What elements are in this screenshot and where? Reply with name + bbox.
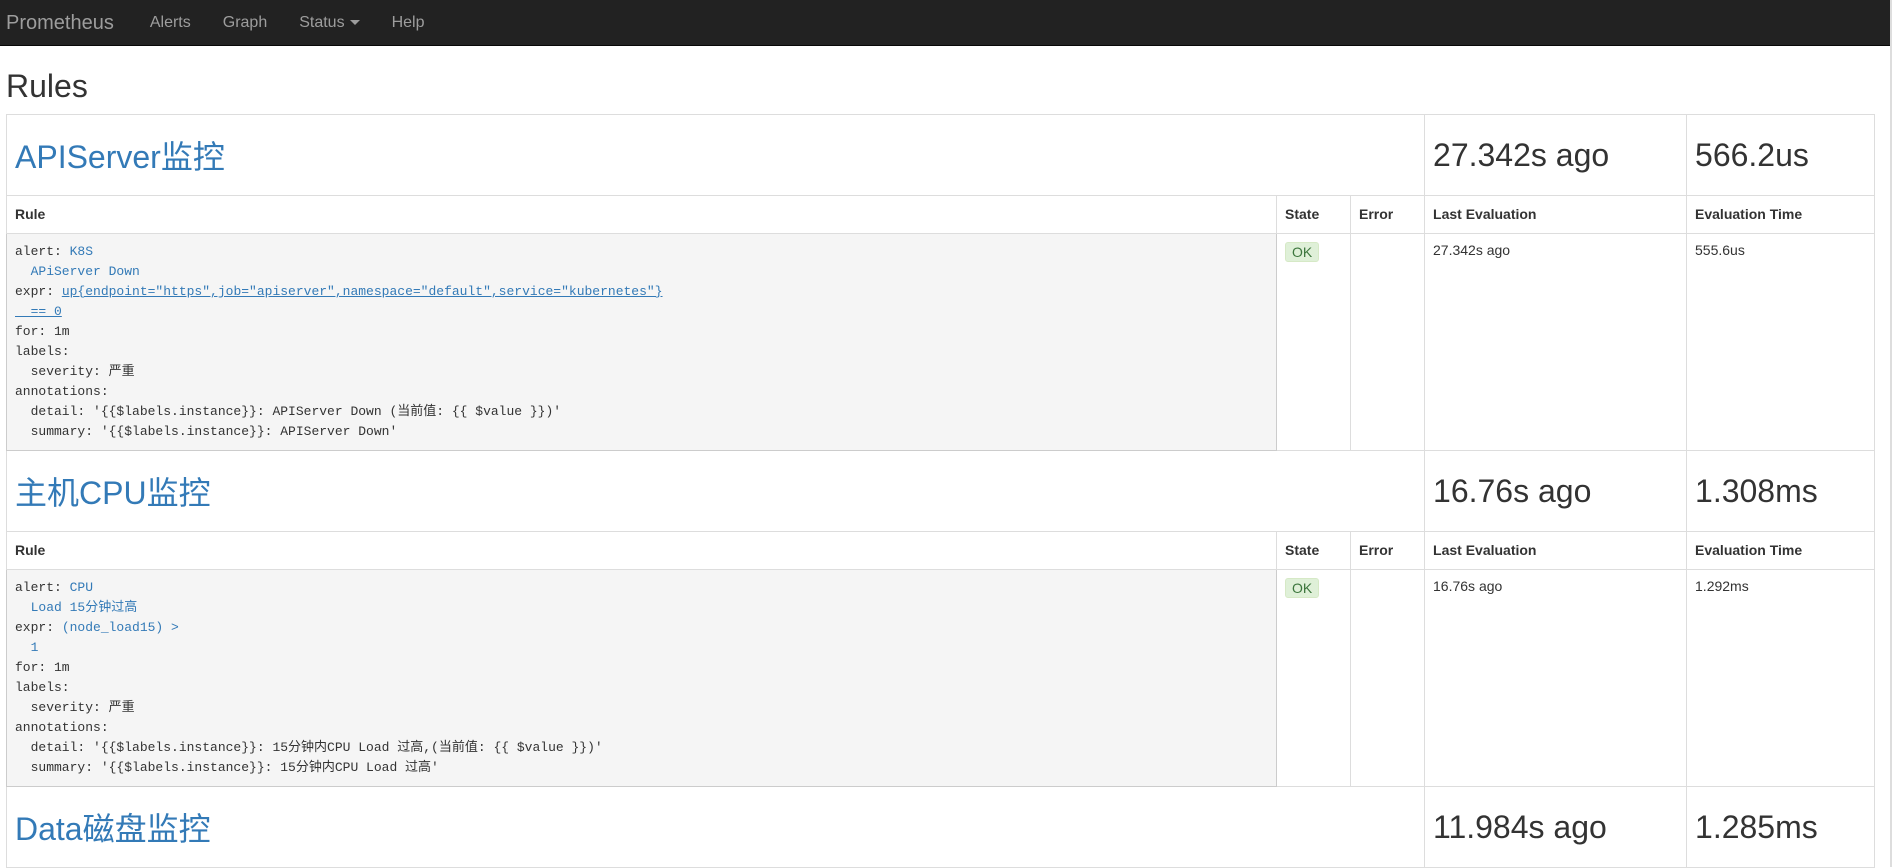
group-evaluation-time: 1.308ms (1686, 450, 1876, 532)
group-name-cell: 主机CPU监控 (5, 450, 1426, 532)
rule-definition-cell: alert: CPU Load 15分钟过高 expr: (node_load1… (6, 569, 1277, 787)
nav-help[interactable]: Help (376, 0, 441, 46)
nav-status-label: Status (299, 13, 345, 31)
column-header-rule: Rule (6, 531, 1277, 570)
state-badge: OK (1285, 578, 1320, 598)
main-container: Rules APIServer监控 27.342s ago 566.2us Ru… (0, 66, 1880, 868)
rule-definition: alert: CPU Load 15分钟过高 expr: (node_load1… (15, 578, 1268, 778)
rule-row: alert: CPU Load 15分钟过高 expr: (node_load1… (6, 569, 1876, 787)
top-navbar: Prometheus Alerts Graph Status Help (0, 0, 1892, 46)
column-header-evaluation-time: Evaluation Time (1686, 195, 1876, 234)
rule-expr-link[interactable]: up{endpoint="https",job="apiserver",name… (62, 284, 663, 299)
page-title: Rules (6, 68, 88, 104)
rule-alert-key: alert: (15, 244, 70, 259)
nav-graph[interactable]: Graph (207, 0, 283, 46)
group-name-link[interactable]: Data磁盘监控 (15, 811, 211, 847)
rule-labels-key: labels: (15, 680, 70, 695)
rule-detail: detail: '{{$labels.instance}}: APIServer… (15, 404, 562, 419)
rule-labels-key: labels: (15, 344, 70, 359)
column-header-last-evaluation: Last Evaluation (1424, 195, 1688, 234)
rule-annotations-key: annotations: (15, 720, 109, 735)
group-name-link[interactable]: 主机CPU监控 (15, 475, 211, 511)
column-header-state: State (1276, 531, 1351, 570)
rules-header-row: Rule State Error Last Evaluation Evaluat… (6, 195, 1876, 234)
rule-alert-name-link-cont[interactable]: Load 15分钟过高 (15, 600, 138, 615)
caret-down-icon (349, 20, 360, 25)
rule-expr-key: expr: (15, 284, 62, 299)
rule-expr-link-cont[interactable]: 1 (15, 640, 39, 655)
column-header-rule: Rule (6, 195, 1277, 234)
group-evaluation-time: 566.2us (1686, 114, 1876, 196)
rule-evaluation-time: 1.292ms (1686, 569, 1876, 787)
group-name-cell: Data磁盘监控 (5, 786, 1426, 868)
rule-row: alert: K8S APiServer Down expr: up{endpo… (6, 233, 1876, 451)
rule-alert-name-link[interactable]: K8S (70, 244, 93, 259)
rule-error-cell (1349, 233, 1426, 451)
rule-definition: alert: K8S APiServer Down expr: up{endpo… (15, 242, 1268, 442)
rule-evaluation-time: 555.6us (1686, 233, 1876, 451)
group-name-cell: APIServer监控 (5, 114, 1426, 196)
group-header-row: Data磁盘监控 11.984s ago 1.285ms (5, 786, 1876, 868)
rule-alert-key: alert: (15, 580, 70, 595)
group-last-evaluation: 16.76s ago (1424, 450, 1688, 532)
rules-table: APIServer监控 27.342s ago 566.2us Rule Sta… (5, 114, 1876, 868)
rule-expr-key: expr: (15, 620, 62, 635)
rule-severity: severity: 严重 (15, 700, 135, 715)
group-header-row: APIServer监控 27.342s ago 566.2us (5, 114, 1876, 196)
rule-summary: summary: '{{$labels.instance}}: APIServe… (15, 424, 398, 439)
rule-alert-name-link[interactable]: CPU (70, 580, 93, 595)
rule-expr-link[interactable]: (node_load15) > (62, 620, 179, 635)
column-header-last-evaluation: Last Evaluation (1424, 531, 1688, 570)
rule-annotations-key: annotations: (15, 384, 109, 399)
group-last-evaluation: 27.342s ago (1424, 114, 1688, 196)
group-evaluation-time: 1.285ms (1686, 786, 1876, 868)
rule-summary: summary: '{{$labels.instance}}: 15分钟内CPU… (15, 760, 439, 775)
rule-state-cell: OK (1276, 569, 1351, 787)
column-header-evaluation-time: Evaluation Time (1686, 531, 1876, 570)
rule-error-cell (1349, 569, 1426, 787)
rule-expr-link-cont[interactable]: == 0 (15, 304, 62, 319)
rule-alert-name-link-cont[interactable]: APiServer Down (15, 264, 140, 279)
rule-severity: severity: 严重 (15, 364, 135, 379)
rule-detail: detail: '{{$labels.instance}}: 15分钟内CPU … (15, 740, 603, 755)
rule-for: for: 1m (15, 660, 70, 675)
column-header-error: Error (1349, 531, 1426, 570)
rule-state-cell: OK (1276, 233, 1351, 451)
rule-last-evaluation: 16.76s ago (1424, 569, 1688, 787)
rules-header-row: Rule State Error Last Evaluation Evaluat… (6, 531, 1876, 570)
group-name-link[interactable]: APIServer监控 (15, 139, 225, 175)
brand-link[interactable]: Prometheus (0, 0, 134, 46)
column-header-error: Error (1349, 195, 1426, 234)
column-header-state: State (1276, 195, 1351, 234)
group-header-row: 主机CPU监控 16.76s ago 1.308ms (5, 450, 1876, 532)
rule-last-evaluation: 27.342s ago (1424, 233, 1688, 451)
group-last-evaluation: 11.984s ago (1424, 786, 1688, 868)
nav-status-dropdown[interactable]: Status (283, 0, 375, 46)
rule-for: for: 1m (15, 324, 70, 339)
nav-alerts[interactable]: Alerts (134, 0, 207, 46)
state-badge: OK (1285, 242, 1320, 262)
rule-definition-cell: alert: K8S APiServer Down expr: up{endpo… (6, 233, 1277, 451)
